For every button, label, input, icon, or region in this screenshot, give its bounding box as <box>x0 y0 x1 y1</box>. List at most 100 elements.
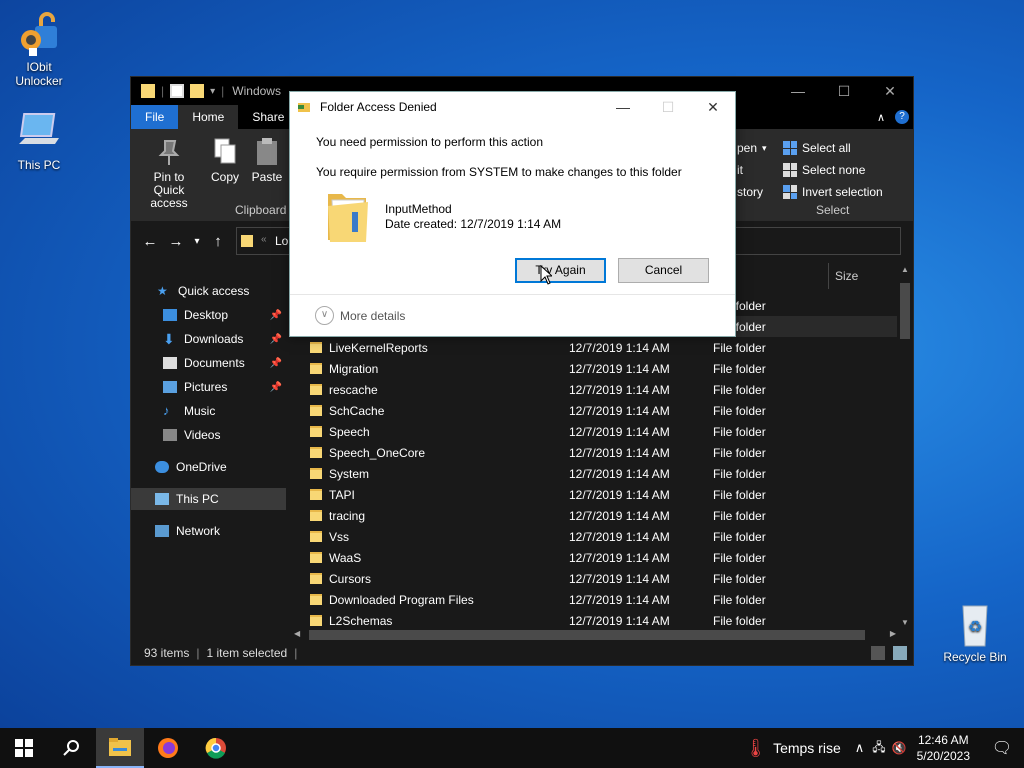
file-name: System <box>329 466 370 481</box>
weather-text[interactable]: Temps rise <box>773 740 841 756</box>
folder-icon <box>310 363 322 374</box>
scrollbar-thumb[interactable] <box>900 283 910 339</box>
table-row[interactable]: WaaS 12/7/2019 1:14 AM File folder <box>291 547 899 568</box>
scrollbar-thumb[interactable] <box>309 630 865 640</box>
minimize-button[interactable]: — <box>775 77 821 105</box>
maximize-button: ☐ <box>661 98 675 115</box>
file-type: File folder <box>713 340 766 355</box>
volume-muted-icon[interactable]: 🔇 <box>892 741 907 755</box>
large-icons-view-icon[interactable] <box>893 646 907 660</box>
table-row[interactable]: rescache 12/7/2019 1:14 AM File folder <box>291 379 899 400</box>
quick-access-toolbar: | ▾ | <box>131 84 224 98</box>
dialog-title: Folder Access Denied <box>320 100 437 114</box>
customize-toolbar-icon[interactable]: ▾ <box>210 86 215 97</box>
table-row[interactable]: LiveKernelReports 12/7/2019 1:14 AM File… <box>291 337 899 358</box>
pictures-icon <box>163 381 177 393</box>
scroll-left-icon[interactable]: ◀ <box>294 629 300 638</box>
table-row[interactable]: Downloaded Program Files 12/7/2019 1:14 … <box>291 589 899 610</box>
desktop-icon-iobit-unlocker[interactable]: IObit Unlocker <box>1 10 77 88</box>
file-type: File folder <box>713 424 766 439</box>
table-row[interactable]: tracing 12/7/2019 1:14 AM File folder <box>291 505 899 526</box>
sidebar-item-music[interactable]: ♪ Music <box>131 400 286 422</box>
table-row[interactable]: Migration 12/7/2019 1:14 AM File folder <box>291 358 899 379</box>
try-again-button[interactable]: Try Again <box>515 258 606 283</box>
taskbar-chrome[interactable] <box>192 728 240 768</box>
help-icon[interactable]: ? <box>895 110 909 124</box>
table-row[interactable]: TAPI 12/7/2019 1:14 AM File folder <box>291 484 899 505</box>
sidebar-item-this-pc[interactable]: This PC <box>131 488 286 510</box>
table-row[interactable]: System 12/7/2019 1:14 AM File folder <box>291 463 899 484</box>
folder-icon <box>141 84 155 98</box>
desktop-icon-recycle-bin[interactable]: ♻ Recycle Bin <box>937 600 1013 664</box>
sidebar-item-onedrive[interactable]: OneDrive <box>131 456 286 478</box>
details-view-icon[interactable] <box>871 646 885 660</box>
history-button[interactable]: story <box>737 185 763 199</box>
item-count: 93 items <box>144 646 190 660</box>
file-name: Downloaded Program Files <box>329 592 474 607</box>
clock[interactable]: 12:46 AM 5/20/2023 <box>917 732 970 764</box>
collapse-ribbon-icon[interactable]: ∧ <box>877 111 885 124</box>
download-icon: ⬇ <box>163 331 175 347</box>
file-date: 12/7/2019 1:14 AM <box>569 466 670 481</box>
pin-icon: 📌 <box>269 381 282 393</box>
column-header-size[interactable]: Size <box>828 263 858 289</box>
table-row[interactable]: Vss 12/7/2019 1:14 AM File folder <box>291 526 899 547</box>
paste-button[interactable]: Paste <box>249 137 285 184</box>
sidebar-item-label: Pictures <box>184 380 228 394</box>
table-row[interactable]: Speech 12/7/2019 1:14 AM File folder <box>291 421 899 442</box>
minimize-button[interactable]: — <box>600 92 646 122</box>
edit-button[interactable]: it <box>737 163 743 177</box>
forward-button[interactable]: → <box>163 233 189 250</box>
folder-icon <box>310 447 322 458</box>
table-row[interactable]: SchCache 12/7/2019 1:14 AM File folder <box>291 400 899 421</box>
open-menu[interactable]: pen ▾ <box>737 141 767 155</box>
music-icon: ♪ <box>163 403 170 418</box>
table-row[interactable]: Speech_OneCore 12/7/2019 1:14 AM File fo… <box>291 442 899 463</box>
file-name: Speech <box>329 424 370 439</box>
select-all-button[interactable]: Select all <box>783 141 851 155</box>
recent-locations-button[interactable]: ▾ <box>189 236 205 247</box>
scroll-down-icon[interactable]: ▼ <box>901 618 909 627</box>
sidebar-item-videos[interactable]: Videos <box>131 424 286 446</box>
sidebar-item-label: Videos <box>184 428 221 442</box>
divider: | <box>221 84 225 98</box>
maximize-button[interactable]: ☐ <box>821 77 867 105</box>
notification-icon[interactable]: 🗨 <box>980 738 1024 758</box>
taskbar-file-explorer[interactable] <box>96 728 144 768</box>
close-button[interactable]: ✕ <box>867 77 913 105</box>
desktop-icon-this-pc[interactable]: This PC <box>1 108 77 172</box>
search-button[interactable] <box>48 728 96 768</box>
pin-to-quick-access-button[interactable]: Pin to Quick access <box>137 137 201 210</box>
tab-file[interactable]: File <box>131 105 179 129</box>
edit-label: it <box>737 163 743 177</box>
close-button[interactable]: ✕ <box>690 92 736 122</box>
search-input[interactable] <box>731 227 901 255</box>
back-button[interactable]: ← <box>137 233 163 250</box>
desktop-icon-label: Unlocker <box>15 74 63 88</box>
new-folder-icon[interactable] <box>190 84 205 98</box>
sidebar-item-pictures[interactable]: Pictures 📌 <box>131 376 286 398</box>
tab-home[interactable]: Home <box>178 105 239 129</box>
scroll-up-icon[interactable]: ▲ <box>901 265 909 274</box>
properties-icon[interactable] <box>170 84 185 98</box>
sidebar-item-network[interactable]: Network <box>131 520 286 542</box>
sidebar-item-downloads[interactable]: ⬇ Downloads 📌 <box>131 328 286 350</box>
vertical-scrollbar[interactable]: ▲ ▼ <box>897 263 913 629</box>
more-details-toggle[interactable]: ∨ More details <box>290 294 735 336</box>
network-icon[interactable]: 🖧 <box>872 738 885 759</box>
desktop-icon <box>163 309 177 321</box>
cancel-button[interactable]: Cancel <box>618 258 709 283</box>
taskbar-firefox[interactable] <box>144 728 192 768</box>
folder-icon <box>310 342 322 353</box>
sidebar-item-documents[interactable]: Documents 📌 <box>131 352 286 374</box>
up-button[interactable]: ↑ <box>205 233 231 250</box>
table-row[interactable]: Cursors 12/7/2019 1:14 AM File folder <box>291 568 899 589</box>
sidebar-item-quick-access[interactable]: ★ Quick access <box>131 280 286 302</box>
start-button[interactable] <box>0 728 48 768</box>
invert-selection-button[interactable]: Invert selection <box>783 185 883 199</box>
chevron-up-icon[interactable]: ∧ <box>855 740 865 756</box>
scroll-right-icon[interactable]: ▶ <box>890 629 896 638</box>
select-none-button[interactable]: Select none <box>783 163 865 177</box>
copy-button[interactable]: Copy <box>207 137 243 184</box>
sidebar-item-desktop[interactable]: Desktop 📌 <box>131 304 286 326</box>
